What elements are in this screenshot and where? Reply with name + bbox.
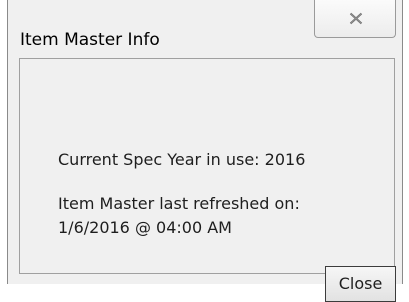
refresh-date-text: 1/6/2016 @ 04:00 AM [58, 218, 232, 237]
close-icon [349, 12, 363, 25]
dialog-content-panel: Current Spec Year in use: 2016 Item Mast… [19, 58, 396, 302]
dialog-window: Item Master Info Current Spec Year in us… [7, 0, 403, 302]
spec-year-text: Current Spec Year in use: 2016 [58, 150, 306, 169]
close-button[interactable]: Close [325, 266, 396, 302]
title-bar[interactable]: Item Master Info [8, 0, 402, 58]
window-title: Item Master Info [20, 30, 160, 50]
title-close-button[interactable] [314, 0, 396, 38]
refresh-label-text: Item Master last refreshed on: [58, 194, 300, 213]
